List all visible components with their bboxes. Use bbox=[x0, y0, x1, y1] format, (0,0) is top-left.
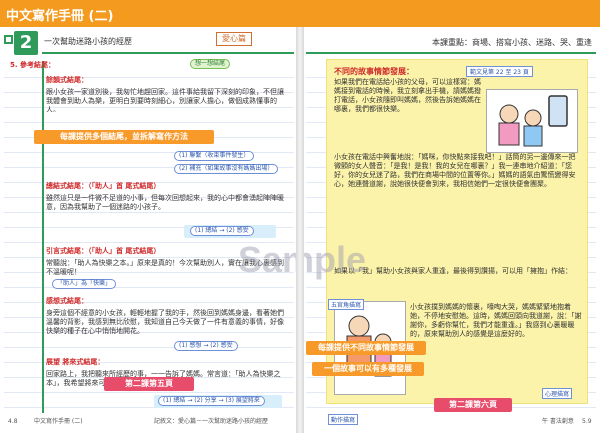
ending-label-2: 總結式結尾：（「助人」首 尾式結尾） bbox=[46, 182, 161, 190]
header-rule-right bbox=[306, 52, 596, 54]
callout-left-1: 每課提供多個結尾，並拆解寫作方法 bbox=[34, 130, 214, 144]
ending-label-5: 展望 將來式結尾： bbox=[46, 358, 105, 366]
callout-right-1: 每課提供不同故事情節發展 bbox=[306, 341, 426, 355]
ending-text-2: 雖然這只是一件微不足道的小事，但每次回想起來，我的心中都會湧起陣陣暖意，因為我幫… bbox=[46, 194, 284, 211]
header-bar: 中文寫作手冊 (二) bbox=[0, 0, 600, 27]
margin-line bbox=[42, 61, 44, 413]
left-page-header: 2 一次幫助迷路小孩的經歷 愛心篇 bbox=[4, 31, 294, 55]
section-heading: 5. 參考結尾： bbox=[10, 61, 55, 69]
story-para-3: 如果以「我」幫助小女孩與家人重逢，最後得到讚揚，可以用「擁抱」作結： bbox=[334, 267, 572, 275]
left-footer-book: 中文寫作手冊 (二) bbox=[34, 418, 83, 425]
note-4: (1) 感想 → (2) 感受 bbox=[174, 341, 238, 351]
book-title: 中文寫作手冊 (二) bbox=[6, 9, 114, 24]
key-points: 本課重點：商場、搭寫小孩、迷路、哭、重逢 bbox=[432, 38, 592, 47]
ending-text-4: 身旁這個不經意的小女孩，輕輕地握了我的手，然後回到媽媽身邊，看著她們溫馨的背影，… bbox=[46, 309, 284, 335]
note-3: 「助人」為「快樂」 bbox=[52, 279, 117, 289]
note-5: (1) 總結 → (2) 分享 → (3) 展望將來 bbox=[158, 396, 265, 406]
tag-left: 愛心篇 bbox=[216, 32, 252, 46]
right-footer-brand: 午 書法創意 bbox=[542, 418, 574, 425]
unit-number: 2 bbox=[14, 31, 38, 55]
left-footer: 4.8 中文寫作手冊 (二) 記敘文：愛心篇－一次幫助迷路小孩的經歷 bbox=[4, 415, 294, 429]
story-para-4: 小女孩撲到媽媽的懷裏，嚎啕大哭，媽媽緊緊地抱着她，不停地安慰她。這時，媽媽回頭向… bbox=[410, 303, 582, 338]
corner-square-icon bbox=[4, 35, 13, 44]
left-footer-topic: 記敘文：愛心篇－一次幫助迷路小孩的經歷 bbox=[154, 418, 269, 425]
right-page-header: 本課重點：商場、搭寫小孩、迷路、哭、重逢 bbox=[306, 31, 596, 55]
ending-text-1: 跟小女孩一家道別後，我匆忙地趕回家。這件事給我留下深刻的印象，不但讓我體會到助人… bbox=[46, 88, 284, 112]
annotation-1: 五官角描寫 bbox=[328, 299, 365, 310]
left-page: 2 一次幫助迷路小孩的經歷 愛心篇 5. 參考結尾： 想一想結尾 餘韻式結尾： … bbox=[4, 31, 294, 429]
story-box-tag: 範文見第 22 至 23 頁 bbox=[466, 66, 533, 77]
right-page-number: 5.9 bbox=[582, 418, 592, 425]
note-2: (1) 總結 → (2) 感受 bbox=[190, 226, 254, 236]
note-1a: (1) 聯繫（收束事件發生） bbox=[174, 151, 255, 161]
unit-title: 一次幫助迷路小孩的經歷 bbox=[44, 37, 132, 46]
ending-label-3: 引言式結尾：（「助人」首 尾式結尾） bbox=[46, 247, 161, 255]
right-page: 本課重點：商場、搭寫小孩、迷路、哭、重逢 不同的故事情節發展： 範文見第 22 … bbox=[306, 31, 596, 429]
ending-label-4: 感想式結尾： bbox=[46, 297, 88, 305]
note-1b: (2) 補充（如果故事沒有媽媽出場） bbox=[174, 164, 279, 174]
callout-left-2: 第二課第五頁 bbox=[104, 377, 194, 391]
right-footer: 午 書法創意 5.9 bbox=[306, 415, 596, 429]
callout-right-2: 一個故事可以有多種發展 bbox=[312, 362, 424, 376]
girls-phone-drawing bbox=[498, 95, 568, 147]
illustration-phone bbox=[486, 89, 578, 153]
header-rule bbox=[42, 52, 294, 54]
annotation-3: 心理描寫 bbox=[542, 388, 573, 399]
callout-right-3: 第二課第六頁 bbox=[434, 398, 512, 412]
book-spine bbox=[296, 27, 304, 433]
story-para-1: 如果我們在電話給小孩的父母，可以這樣寫：媽媽接到電話的時候，我立刻拿出手機，請媽… bbox=[334, 78, 481, 113]
ending-label-1: 餘韻式結尾： bbox=[46, 76, 88, 84]
think-bubble: 想一想結尾 bbox=[190, 59, 231, 69]
story-box-title: 不同的故事情節發展： bbox=[334, 67, 414, 76]
left-page-number: 4.8 bbox=[8, 418, 18, 425]
story-para-2: 小女孩在電話中興奮地說：「媽咪，你快點來接我吧！」話筒的另一邊傳來一把微顫的女人… bbox=[334, 153, 576, 188]
